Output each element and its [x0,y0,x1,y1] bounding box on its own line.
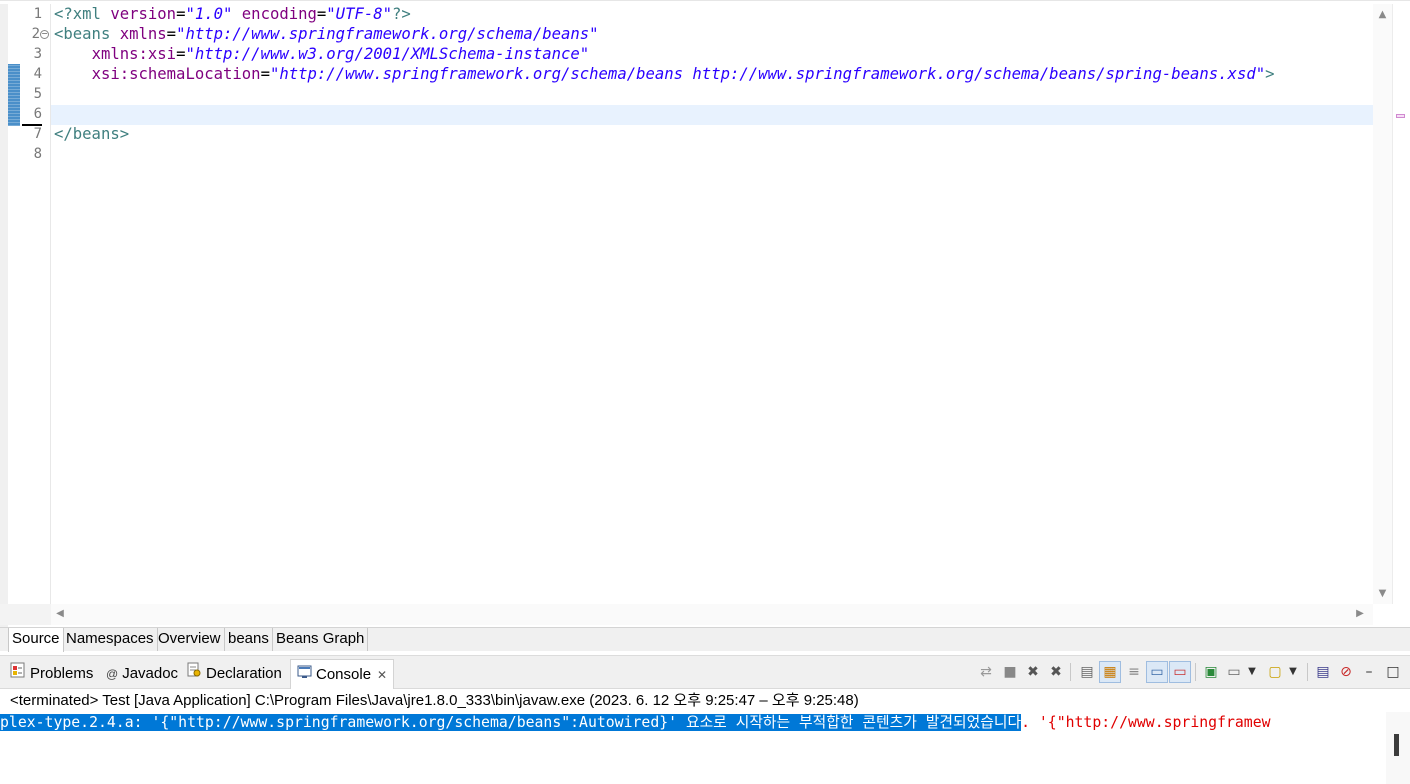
code-line-3: xmlns:xsi="http://www.w3.org/2001/XMLSch… [54,44,590,64]
bottom-panel: Problems @ Javadoc Declaration Console ✕ ⇄… [0,655,1410,784]
editor-vertical-scrollbar[interactable]: ▲ ▼ [1373,4,1392,604]
maximize-icon[interactable]: □ [1382,661,1404,683]
fold-collapse-icon[interactable]: − [40,30,49,39]
toolbar-separator [1070,663,1071,681]
scroll-lock-icon[interactable]: ▦ [1099,661,1121,683]
line-number: 3 [33,46,42,62]
console-icon [297,660,312,690]
code-line-4: xsi:schemaLocation="http://www.springfra… [54,64,1275,84]
value-xmlns-xsi: "http://www.w3.org/2001/XMLSchema-instan… [185,45,590,63]
close-icon[interactable]: ✕ [377,660,387,690]
code-line-7: </beans> [54,124,129,144]
overview-marker[interactable] [1396,114,1405,118]
scrollbar-corner [0,604,51,625]
show-on-stderr-icon[interactable]: ▭ [1169,661,1191,683]
chevron-down-icon[interactable]: ▼ [1282,661,1304,683]
tab-javadoc[interactable]: @ Javadoc [106,662,178,688]
tag-close-bracket: > [1265,65,1275,83]
problems-icon [10,662,26,686]
value-encoding: "UTF-8" [326,5,393,23]
code-area[interactable]: <?xml version="1.0" encoding="UTF-8"?> <… [51,4,1373,604]
tab-console[interactable]: Console ✕ [290,659,395,690]
pin-console-icon[interactable]: ▣ [1200,661,1222,683]
equals: = [166,25,177,43]
value-schema-location: "http://www.springframework.org/schema/b… [269,65,1266,83]
attr-schema-location: xsi:schemaLocation [91,65,261,83]
equals: = [316,5,327,23]
attr-version: version [110,5,177,23]
tab-source[interactable]: Source [8,628,64,652]
tab-namespaces[interactable]: Namespaces [63,628,158,651]
tab-problems-label: Problems [30,665,94,682]
xml-declaration-close: ?> [392,5,411,23]
show-on-stdout-icon[interactable]: ▭ [1146,661,1168,683]
line-number: 1 [33,6,42,22]
declaration-icon [187,662,202,686]
scroll-left-icon[interactable]: ◀ [55,609,65,619]
console-vertical-scrollbar[interactable] [1386,712,1410,784]
tag-beans-close: </beans> [54,125,130,143]
clear-console-icon[interactable]: ▤ [1076,661,1098,683]
scroll-right-icon[interactable]: ▶ [1355,609,1365,619]
line-number: 5 [33,86,42,102]
console-scroll-thumb[interactable] [1394,734,1399,756]
attr-encoding: encoding [241,5,317,23]
terminate-icon[interactable]: ■ [999,661,1021,683]
tab-beans-graph[interactable]: Beans Graph [273,628,369,651]
line-number: 2 [31,26,40,42]
javadoc-icon: @ [106,667,119,682]
value-version: "1.0" [185,5,233,23]
overview-ruler[interactable] [1392,4,1410,604]
remove-launch-icon[interactable]: ✖ [1022,661,1044,683]
code-line-2: <beans xmlns="http://www.springframework… [54,24,599,44]
line-number: 4 [33,66,42,82]
word-wrap-icon[interactable]: ≡ [1123,661,1145,683]
tab-declaration[interactable]: Declaration [187,662,282,688]
line-number: 8 [33,146,42,162]
console-toolbar: ⇄ ■ ✖ ✖ ▤ ▦ ≡ ▭ ▭ ▣ ▭ ▼ ▢ ▼ ▤ ⊘ – □ [972,661,1408,685]
tab-overview[interactable]: Overview [155,628,225,651]
tab-beans[interactable]: beans [225,628,273,651]
minimize-icon[interactable]: – [1358,661,1380,683]
chevron-down-icon[interactable]: ▼ [1241,661,1263,683]
remove-all-launches-icon[interactable]: ✖ [1045,661,1067,683]
tab-declaration-label: Declaration [206,665,282,682]
tag-beans-open: <beans [54,25,120,43]
editor-page-tabs: Source Namespaces Overview beans Beans G… [0,627,1410,652]
tab-problems[interactable]: Problems [10,662,93,688]
save-output-icon[interactable]: ▤ [1312,661,1334,683]
toolbar-separator [1307,663,1308,681]
editor-left-strip [0,4,8,627]
console-selected-text[interactable]: plex-type.2.4.a: '{"http://www.springfra… [0,714,1022,731]
current-line-highlight [51,105,1373,125]
spring-boot-icon[interactable]: ⊘ [1335,661,1357,683]
console-output-line[interactable]: plex-type.2.4.a: '{"http://www.springfra… [0,713,1386,732]
scroll-up-icon[interactable]: ▲ [1377,10,1388,20]
editor-horizontal-scrollbar[interactable]: ◀ ▶ [51,604,1373,625]
line-number: 6 [33,106,42,122]
xml-declaration-open: <?xml [54,5,111,23]
tab-console-label: Console [316,666,372,683]
line-number: 7 [33,126,42,142]
scroll-down-icon[interactable]: ▼ [1377,589,1388,599]
code-line-1: <?xml version="1.0" encoding="UTF-8"?> [54,4,411,24]
console-status-label: <terminated> Test [Java Application] C:\… [10,692,859,709]
console-remaining-text[interactable]: . '{"http://www.springframew [1021,714,1270,731]
attr-xmlns-xsi: xmlns:xsi [91,45,177,63]
link-icon[interactable]: ⇄ [975,661,997,683]
panel-tab-bar: Problems @ Javadoc Declaration Console ✕ ⇄… [0,656,1410,689]
toolbar-separator [1195,663,1196,681]
attr-xmlns: xmlns [119,25,167,43]
change-marker-bar [8,64,20,126]
tab-javadoc-label: Javadoc [122,665,179,682]
xml-editor[interactable]: 1 2 − 3 4 5 6 7 8 <?xml version = "1.0" en… [0,0,1410,627]
equals: = [260,65,270,83]
value-xmlns: "http://www.springframework.org/schema/b… [176,25,599,43]
